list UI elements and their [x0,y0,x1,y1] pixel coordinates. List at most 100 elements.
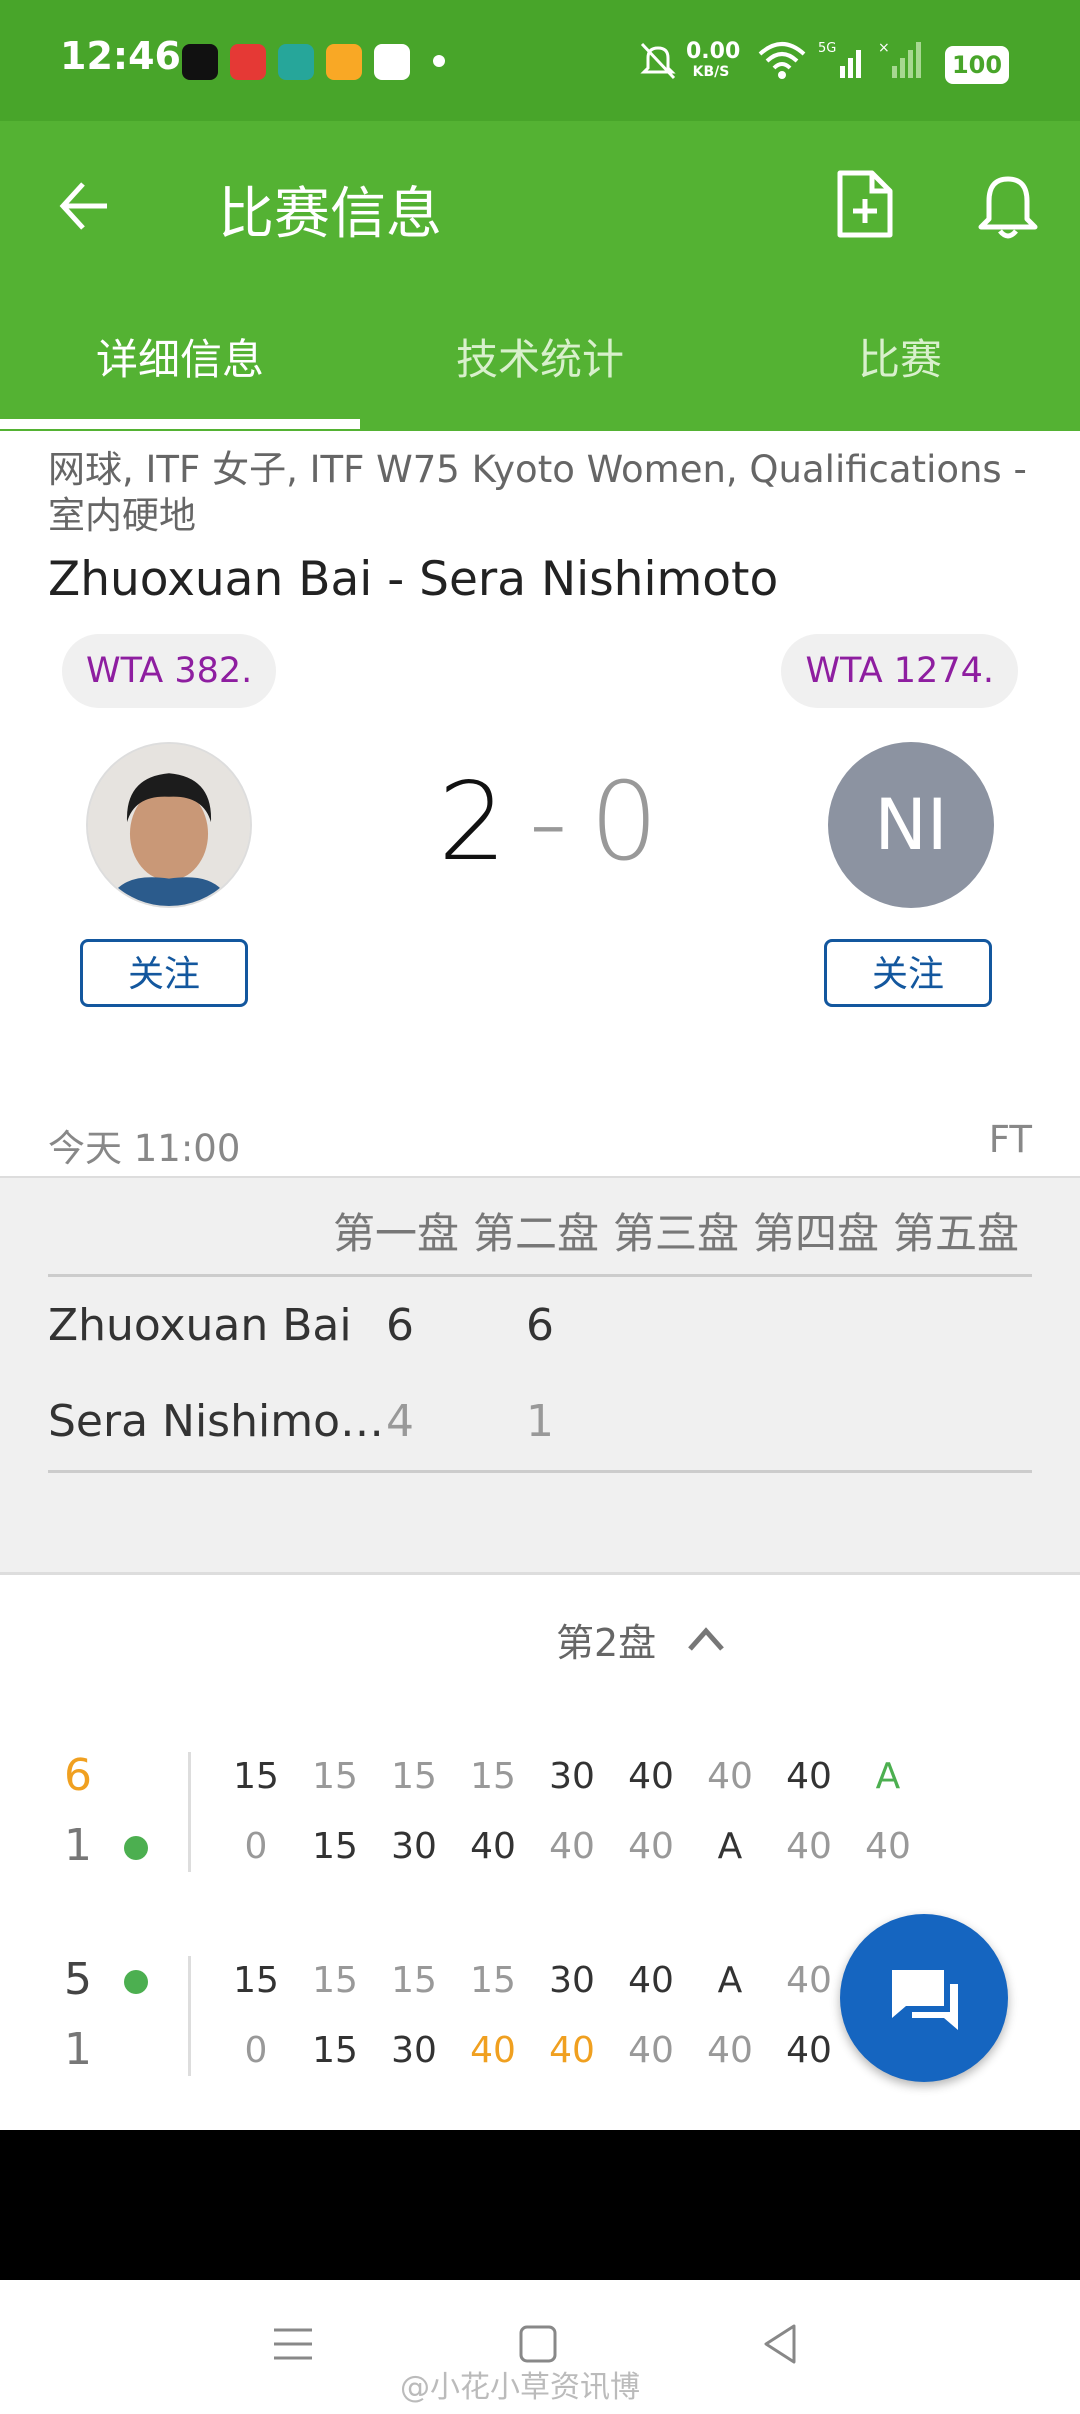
point-score: 40 [786,1826,832,1867]
back-icon[interactable] [760,2322,800,2366]
cell-signal-icon: 5G [818,38,868,82]
game-score-top: 5 [64,1954,92,2005]
chat-fab-button[interactable] [840,1914,1008,2082]
point-score: 40 [865,1826,911,1867]
follow-home-button[interactable]: 关注 [80,939,248,1007]
match-score: 2-0 [438,760,658,885]
set-header-2: 第二盘 [473,1209,600,1258]
point-score: 40 [628,1826,674,1867]
divider [188,1956,191,2076]
app-bar: 比赛信息 详细信息 技术统计 比赛 [0,121,1080,431]
point-score: 15 [470,1960,516,2001]
point-score: 30 [549,1756,595,1797]
chevron-up-icon[interactable] [686,1625,726,1653]
serve-indicator-icon [124,1836,148,1860]
weibo-icon [326,44,362,80]
point-score: 15 [312,1826,358,1867]
set-header-5: 第五盘 [893,1209,1020,1258]
active-tab-indicator [0,419,360,429]
point-score: 40 [707,2030,753,2071]
divider [48,1470,1032,1473]
point-score: 15 [233,1960,279,2001]
point-score: 40 [470,2030,516,2071]
point-score: 40 [786,2030,832,2071]
game-score-bottom: 1 [64,1820,92,1871]
status-time: 12:46 [60,34,181,78]
point-score: 40 [628,2030,674,2071]
follow-away-button[interactable]: 关注 [824,939,992,1007]
status-bar: 12:46 0.00 KB/S 5G × 100 [0,0,1080,121]
point-score: 0 [244,1826,268,1867]
away-player-avatar[interactable]: NI [828,742,994,908]
point-score: 40 [707,1756,753,1797]
point-score: 15 [391,1756,437,1797]
svg-text:5G: 5G [818,41,836,56]
game-score-top: 6 [64,1750,92,1801]
home-set2-score: 6 [526,1300,554,1351]
divider [48,1274,1032,1277]
match-status: FT [988,1118,1032,1161]
tab-stats[interactable]: 技术统计 [360,326,720,387]
set-selector[interactable]: 第2盘 [556,1612,656,1667]
watermark: @小花小草资讯博 [400,2370,640,2405]
svg-text:×: × [878,40,890,56]
set-header-4: 第四盘 [753,1209,880,1258]
point-score: 15 [470,1756,516,1797]
home-player-avatar[interactable] [86,742,252,908]
point-score: 40 [786,1756,832,1797]
point-score: 30 [391,2030,437,2071]
tab-details[interactable]: 详细信息 [0,326,360,387]
point-score: 15 [312,2030,358,2071]
away-score: 0 [589,760,659,885]
home-score: 2 [438,760,507,885]
chat-icon [892,1970,958,2030]
bell-icon[interactable] [975,173,1041,243]
net-speed: 0.00 KB/S [686,39,741,81]
point-score: 15 [233,1756,279,1797]
point-score: 40 [786,1960,832,2001]
add-note-icon[interactable] [832,169,898,239]
set-header-3: 第三盘 [613,1209,740,1258]
point-score: 40 [628,1756,674,1797]
point-score: 40 [470,1826,516,1867]
point-score: 15 [391,1960,437,2001]
point-score: A [717,1960,743,2001]
point-score: 0 [244,2030,268,2071]
home-rank-badge[interactable]: WTA 382. [62,634,277,708]
home-icon[interactable] [518,2324,558,2364]
score-separator: - [528,760,568,885]
game-score-bottom: 1 [64,2024,92,2075]
match-datetime: 今天 11:00 [48,1127,241,1170]
point-score: 30 [549,1960,595,2001]
cloud-app-icon [374,44,410,80]
home-set1-score: 6 [386,1300,414,1351]
point-score: 30 [391,1826,437,1867]
divider [188,1752,191,1872]
away-set2-score: 1 [526,1396,554,1447]
tab-match[interactable]: 比赛 [720,326,1080,387]
away-rank-badge[interactable]: WTA 1274. [781,634,1018,708]
sports-app-icon [230,44,266,80]
tournament-category: 网球, ITF 女子, ITF W75 Kyoto Women, Qualifi… [48,448,1027,537]
match-title: Zhuoxuan Bai - Sera Nishimoto [48,552,779,607]
point-score: 15 [312,1960,358,2001]
back-arrow-icon[interactable] [55,176,115,236]
point-score: 40 [549,2030,595,2071]
set-score-table: 第一盘 第二盘 第三盘 第四盘 第五盘 Zhuoxuan Bai 6 6 Ser… [0,1176,1080,1575]
no-signal-icon: × [878,40,921,78]
menu-icon[interactable] [272,2324,314,2364]
tiktok-icon [182,44,218,80]
home-player-name: Zhuoxuan Bai [48,1300,352,1351]
point-score: A [717,1826,743,1867]
serve-indicator-icon [124,1970,148,1994]
point-score: 40 [549,1826,595,1867]
away-set1-score: 4 [386,1396,414,1447]
point-score: A [875,1756,901,1797]
page-title: 比赛信息 [218,182,442,247]
point-score: 40 [628,1960,674,2001]
point-score: 15 [312,1756,358,1797]
away-player-name: Sera Nishimo… [48,1396,384,1447]
more-notifications-icon [433,55,445,67]
ad-area [0,2130,1080,2280]
battery-indicator: 100 [945,46,1009,84]
